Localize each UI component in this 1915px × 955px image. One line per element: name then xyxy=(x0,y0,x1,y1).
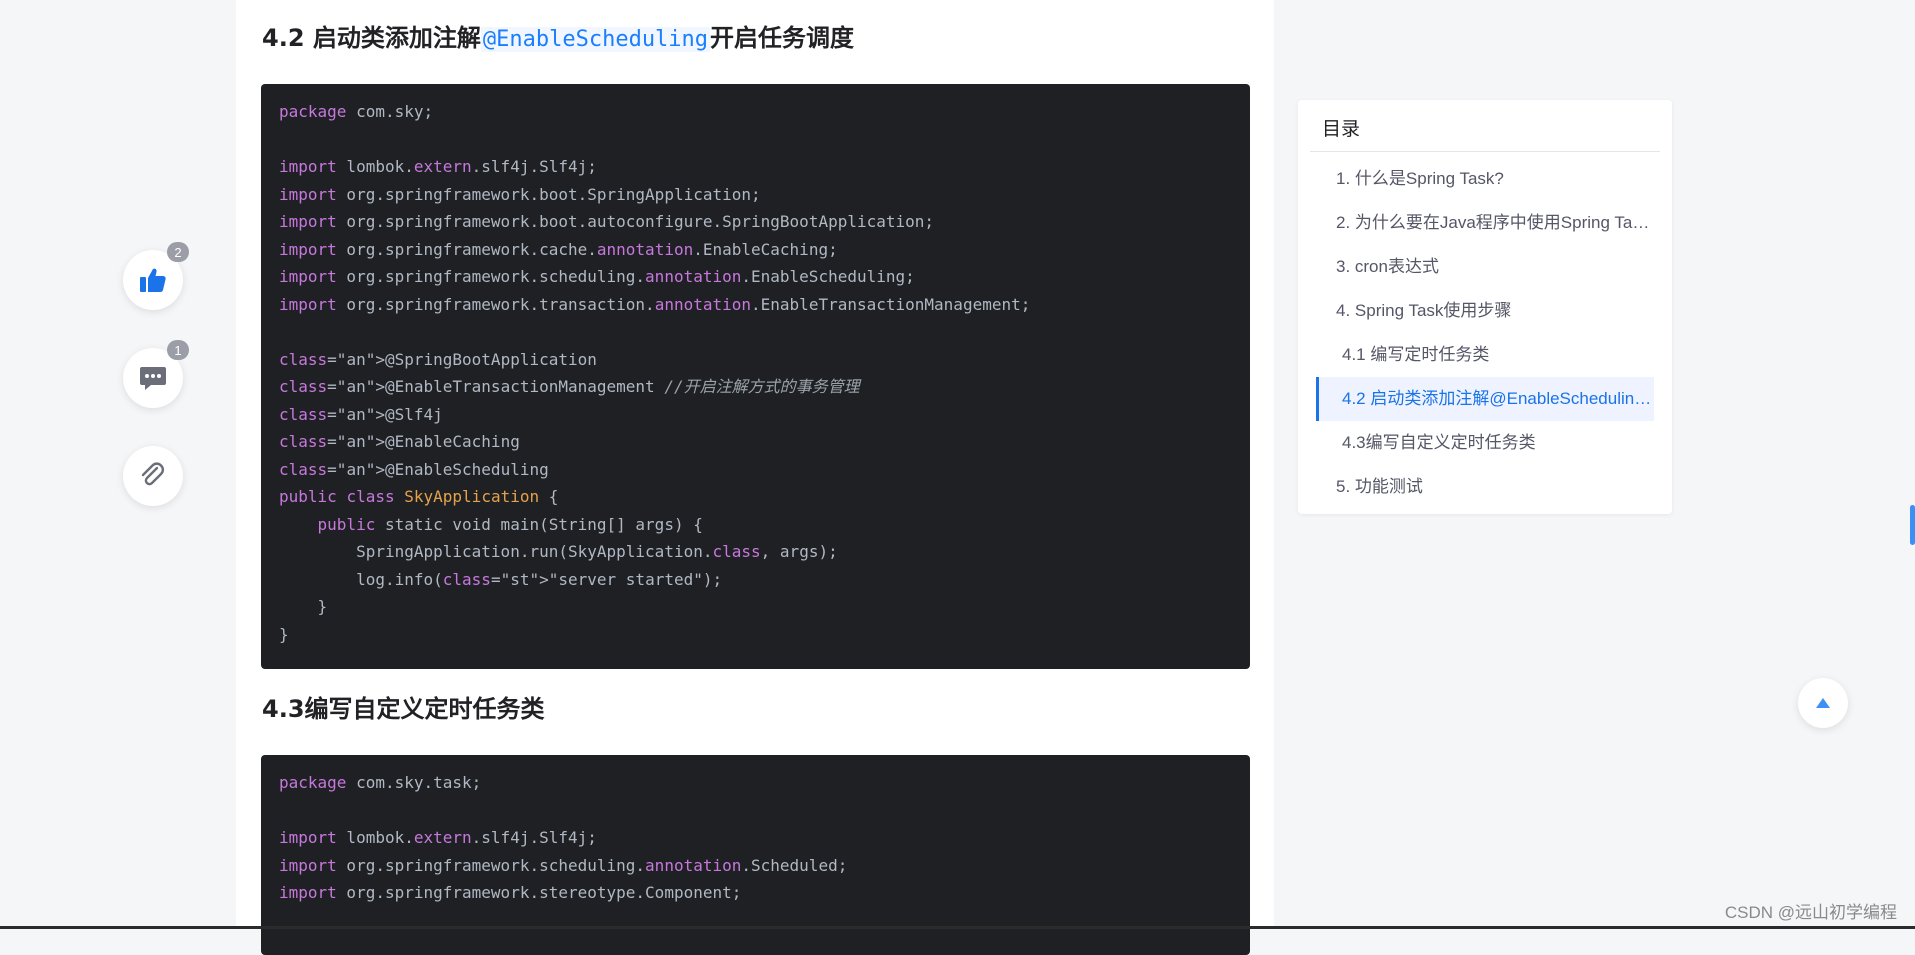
heading-prefix: 4.2 启动类添加注解 xyxy=(262,24,481,52)
toc-item-3[interactable]: 3. cron表达式 xyxy=(1316,245,1654,289)
toc-item-2[interactable]: 2. 为什么要在Java程序中使用Spring Task? xyxy=(1316,201,1654,245)
like-count-badge: 2 xyxy=(167,242,189,262)
toc-item-5[interactable]: 5. 功能测试 xyxy=(1316,465,1654,509)
heading-inline-code: @EnableScheduling xyxy=(480,27,711,52)
toc-item-4-1[interactable]: 4.1 编写定时任务类 xyxy=(1316,333,1654,377)
paperclip-icon xyxy=(139,462,167,490)
comment-icon xyxy=(139,365,167,391)
attachment-button[interactable] xyxy=(123,446,183,506)
caret-up-icon xyxy=(1815,694,1831,713)
section-heading-4-2: 4.2 启动类添加注解@EnableScheduling开启任务调度 xyxy=(262,18,854,53)
toc-item-4-3[interactable]: 4.3编写自定义定时任务类 xyxy=(1316,421,1654,465)
comment-button[interactable]: 1 xyxy=(123,340,189,408)
toc-title: 目录 xyxy=(1322,119,1361,140)
code-block-task[interactable]: package com.sky.task; import lombok.exte… xyxy=(261,755,1250,955)
code-text: package com.sky; import lombok.extern.sl… xyxy=(279,102,1031,644)
code-text: package com.sky.task; import lombok.exte… xyxy=(279,773,848,902)
code-block-sky-application[interactable]: package com.sky; import lombok.extern.sl… xyxy=(261,84,1250,669)
watermark: CSDN @远山初学编程 xyxy=(1724,903,1897,922)
heading-suffix: 开启任务调度 xyxy=(710,24,855,52)
toc-item-4-2[interactable]: 4.2 启动类添加注解@EnableScheduling开启任务调度 xyxy=(1316,377,1654,421)
thumbs-up-icon xyxy=(139,267,167,293)
toc-item-1[interactable]: 1. 什么是Spring Task? xyxy=(1316,157,1654,201)
scrollbar-thumb[interactable] xyxy=(1910,505,1915,545)
toc-divider xyxy=(1310,151,1660,152)
back-to-top-button[interactable] xyxy=(1798,678,1848,728)
like-button[interactable]: 2 xyxy=(123,242,189,310)
table-of-contents: 目录 1. 什么是Spring Task? 2. 为什么要在Java程序中使用S… xyxy=(1298,100,1672,514)
comment-count-badge: 1 xyxy=(167,340,189,360)
section-heading-4-3: 4.3编写自定义定时任务类 xyxy=(262,695,545,723)
toc-item-4[interactable]: 4. Spring Task使用步骤 xyxy=(1316,289,1654,333)
article-content: 4.2 启动类添加注解@EnableScheduling开启任务调度 packa… xyxy=(236,0,1274,955)
